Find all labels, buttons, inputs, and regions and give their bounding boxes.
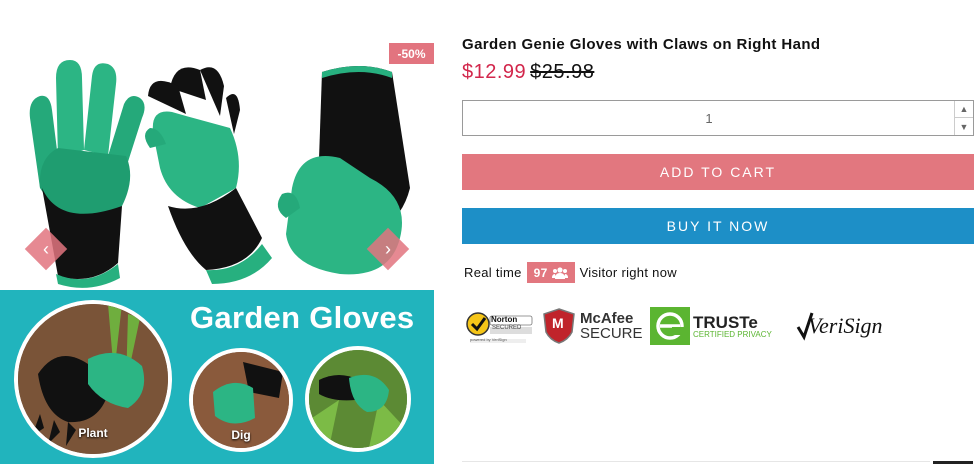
truste-badge: TRUSTe CERTIFIED PRIVACY — [650, 303, 772, 349]
dig-photo-circle: Dig — [189, 348, 293, 452]
truste-e-icon — [650, 307, 690, 345]
discount-badge: -50% — [389, 43, 434, 64]
bottom-divider — [462, 461, 930, 462]
chevron-right-icon: › — [385, 239, 391, 259]
visitor-count: 97 — [533, 265, 548, 280]
users-icon — [551, 266, 568, 279]
add-to-cart-button[interactable]: ADD TO CART — [462, 154, 974, 190]
caret-down-icon: ▼ — [959, 121, 969, 132]
weed-photo-circle — [305, 346, 411, 452]
product-title: Garden Genie Gloves with Claws on Right … — [462, 36, 821, 53]
norton-secured-badge: Norton SECURED powered by VeriSign — [464, 303, 534, 349]
dig-caption: Dig — [231, 428, 251, 442]
garden-gloves-banner: Garden Gloves Plant Dig — [0, 290, 434, 464]
quantity-decrement-button[interactable]: ▼ — [954, 118, 973, 135]
clawed-glove-illustration — [145, 67, 272, 284]
price-row: $12.99 $25.98 — [462, 61, 594, 84]
truste-name: TRUSTe — [693, 312, 758, 332]
mcafee-name: McAfee — [580, 310, 634, 327]
realtime-visitors: Real time 97 Visitor right now — [464, 262, 677, 283]
compare-at-price: $25.98 — [530, 61, 595, 83]
chevron-left-icon: ‹ — [43, 239, 49, 259]
sale-price: $12.99 — [462, 61, 527, 83]
truste-sub: CERTIFIED PRIVACY — [693, 329, 772, 339]
quantity-stepper: ▲ ▼ — [462, 100, 974, 136]
plant-photo-circle: Plant — [14, 300, 172, 458]
banner-title: Garden Gloves — [190, 300, 415, 335]
verisign-name: VeriSign — [808, 313, 883, 338]
weed-photo — [309, 350, 407, 448]
norton-sub: SECURED — [492, 325, 522, 331]
product-gallery: -50% ‹ › Garden Gloves Plant Dig — [0, 0, 440, 464]
mcafee-mark: M — [552, 315, 564, 331]
verisign-badge: VeriSign — [796, 303, 883, 349]
caret-up-icon: ▲ — [959, 104, 969, 114]
norton-name: Norton — [491, 315, 518, 324]
trust-badges: Norton SECURED powered by VeriSign M McA… — [464, 303, 894, 349]
mcafee-secure-badge: M McAfee SECURE — [542, 303, 643, 349]
quantity-increment-button[interactable]: ▲ — [954, 101, 973, 118]
plant-caption: Plant — [78, 426, 108, 440]
mcafee-sub: SECURE — [580, 325, 643, 342]
realtime-suffix: Visitor right now — [579, 265, 677, 280]
quantity-input[interactable] — [463, 101, 955, 135]
product-details: Garden Genie Gloves with Claws on Right … — [462, 0, 976, 464]
norton-powered: powered by VeriSign — [470, 337, 507, 342]
realtime-prefix: Real time — [464, 265, 522, 280]
visitor-count-badge: 97 — [526, 262, 575, 283]
buy-it-now-button[interactable]: BUY IT NOW — [462, 208, 974, 244]
